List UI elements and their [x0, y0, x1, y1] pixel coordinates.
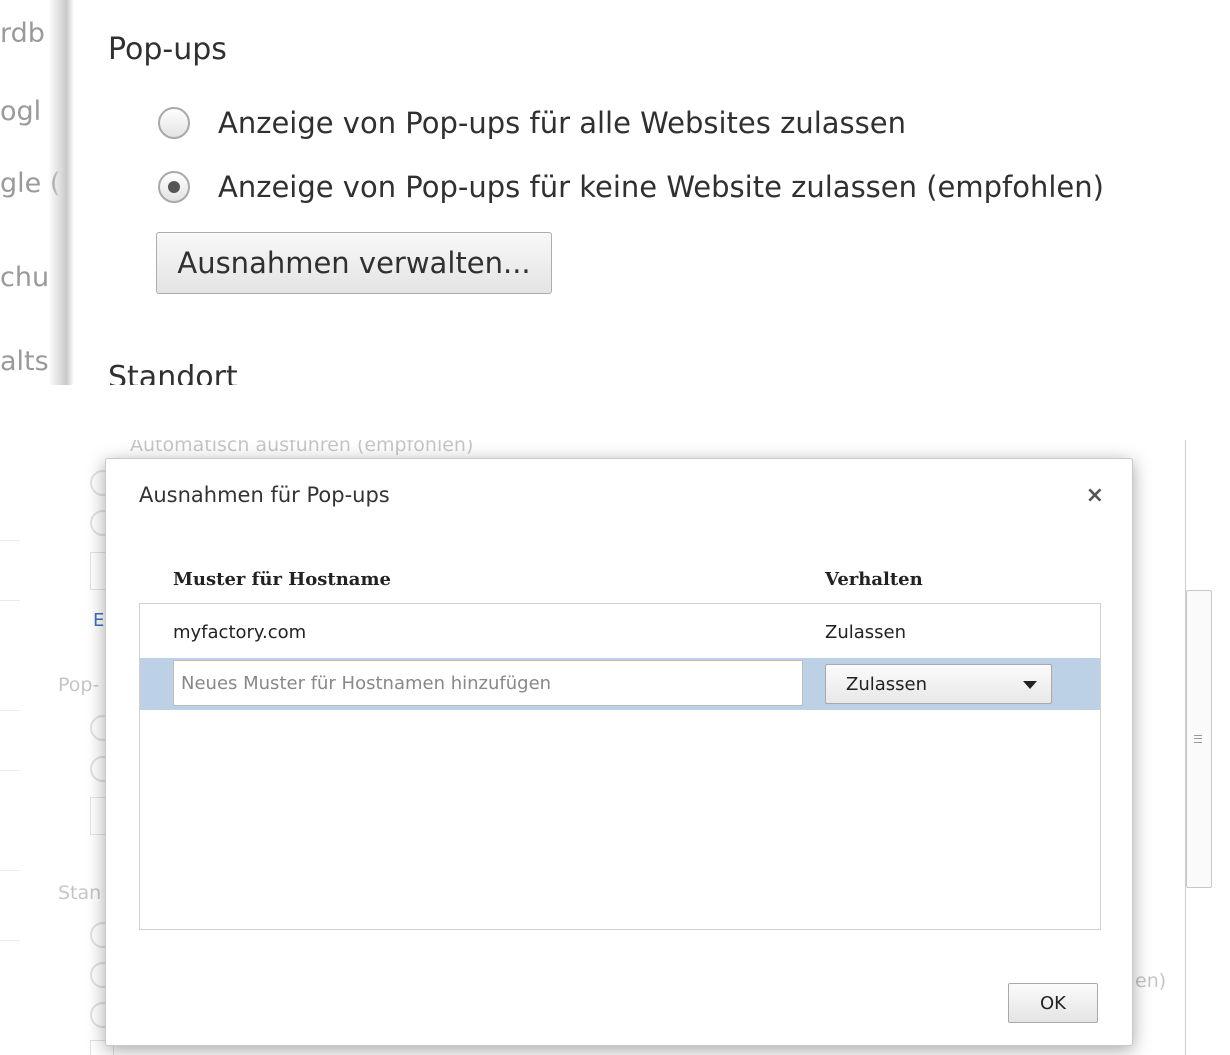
column-header-pattern: Muster für Hostname [173, 569, 391, 590]
manage-exceptions-button[interactable]: Ausnahmen verwalten... [156, 232, 552, 294]
behavior-value: Zulassen [825, 622, 907, 643]
panel-shadow [48, 0, 74, 385]
behavior-select-value: Zulassen [846, 674, 928, 695]
hostname-pattern-input[interactable] [173, 660, 803, 706]
radio-allow-label: Anzeige von Pop-ups für alle Websites zu… [218, 106, 906, 140]
radio-block-label: Anzeige von Pop-ups für keine Website zu… [218, 170, 1104, 204]
new-exception-row[interactable]: Zulassen [140, 658, 1100, 710]
divider [0, 870, 20, 871]
faded-option-text: Automatisch ausführen (empfohlen) [130, 440, 474, 456]
behavior-select[interactable]: Zulassen [825, 664, 1052, 704]
sidebar-text-fragment: alts [0, 346, 49, 377]
sidebar-text-fragment: rdb [0, 18, 45, 49]
ok-button[interactable]: OK [1008, 983, 1098, 1023]
divider [0, 940, 20, 941]
dialog-title: Ausnahmen für Pop-ups [139, 483, 390, 507]
divider [0, 600, 20, 601]
list-item[interactable]: myfactory.com Zulassen [140, 606, 1100, 658]
sidebar-text-fragment: chu [0, 262, 50, 293]
faded-option-text: en) [1135, 970, 1167, 992]
chevron-down-icon [1023, 681, 1037, 689]
sidebar-text-fragment: ogl [0, 96, 42, 127]
faded-popups-heading: Pop- [58, 674, 100, 696]
popups-section-title: Pop-ups [108, 32, 227, 67]
radio-block-popups[interactable]: Anzeige von Pop-ups für keine Website zu… [158, 170, 1104, 204]
divider [0, 540, 20, 541]
radio-allow-popups[interactable]: Anzeige von Pop-ups für alle Websites zu… [158, 106, 906, 140]
faded-location-heading: Stan [58, 882, 102, 904]
column-header-behavior: Verhalten [825, 569, 923, 590]
radio-button-checked[interactable] [158, 171, 190, 203]
divider [0, 770, 20, 771]
exceptions-list: myfactory.com Zulassen Zulassen [139, 603, 1101, 930]
radio-button[interactable] [158, 107, 190, 139]
scrollbar-grip-icon [1194, 735, 1202, 743]
popup-exceptions-dialog: Ausnahmen für Pop-ups × Muster für Hostn… [105, 458, 1133, 1046]
close-icon[interactable]: × [1086, 483, 1104, 508]
popups-settings-zoom: rdb ogl gle ( chu alts Pop-ups Anzeige v… [0, 0, 1230, 385]
divider [0, 710, 20, 711]
hostname-pattern: myfactory.com [173, 622, 307, 643]
location-section-title: Standort [108, 360, 238, 385]
